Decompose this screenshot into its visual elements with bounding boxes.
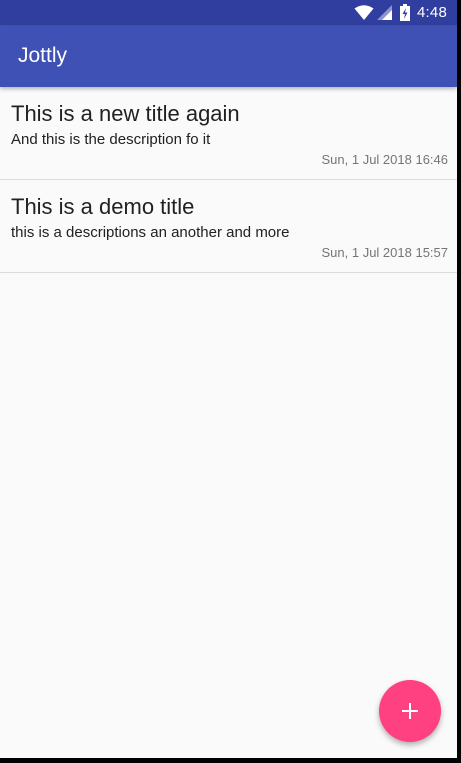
app-screen: 4:48 Jottly This is a new title again An… <box>0 0 457 758</box>
cell-signal-icon <box>377 5 392 20</box>
note-list-item[interactable]: This is a new title again And this is th… <box>0 87 457 180</box>
note-description: And this is the description fo it <box>11 131 211 148</box>
note-list-item[interactable]: This is a demo title this is a descripti… <box>0 180 457 273</box>
status-bar: 4:48 <box>0 0 457 25</box>
note-list: This is a new title again And this is th… <box>0 87 457 273</box>
note-date: Sun, 1 Jul 2018 15:57 <box>321 245 449 260</box>
note-title: This is a demo title <box>11 194 195 219</box>
battery-charging-icon <box>400 4 410 21</box>
status-time: 4:48 <box>417 4 447 21</box>
note-title: This is a new title again <box>11 101 240 126</box>
wifi-icon <box>354 4 374 21</box>
add-note-button[interactable] <box>379 680 441 742</box>
plus-icon <box>402 703 418 719</box>
note-date: Sun, 1 Jul 2018 16:46 <box>321 152 449 167</box>
note-description: this is a descriptions an another and mo… <box>11 224 290 241</box>
app-title: Jottly <box>18 44 68 67</box>
status-icons: 4:48 <box>354 4 447 21</box>
app-bar: Jottly <box>0 25 457 87</box>
